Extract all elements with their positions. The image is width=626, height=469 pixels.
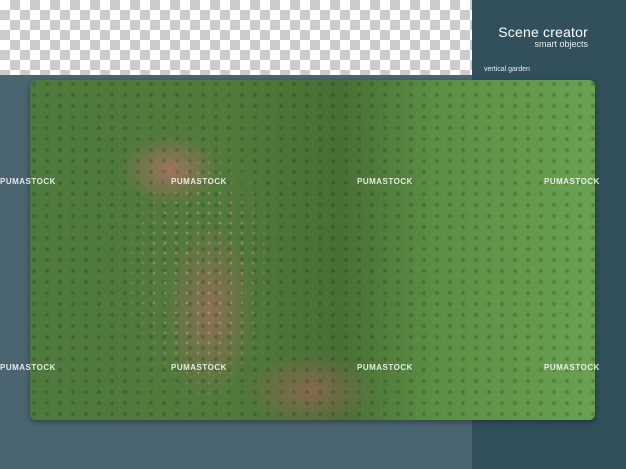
watermark-center-right-bottom: PUMASTOCK bbox=[357, 363, 413, 372]
object-caption: vertical garden bbox=[484, 66, 530, 73]
transparency-checkerboard bbox=[0, 0, 472, 75]
watermark-right-top: PUMASTOCK bbox=[544, 177, 600, 186]
scene-title: Scene creator bbox=[498, 24, 588, 40]
watermark-left-bottom: PUMASTOCK bbox=[0, 363, 56, 372]
watermark-center-left-bottom: PUMASTOCK bbox=[171, 363, 227, 372]
watermark-left-top: PUMASTOCK bbox=[0, 177, 56, 186]
watermark-center-right-top: PUMASTOCK bbox=[357, 177, 413, 186]
scene-subtitle: smart objects bbox=[534, 39, 588, 49]
watermark-right-bottom: PUMASTOCK bbox=[544, 363, 600, 372]
watermark-center-left-top: PUMASTOCK bbox=[171, 177, 227, 186]
vertical-garden-image bbox=[30, 80, 595, 420]
